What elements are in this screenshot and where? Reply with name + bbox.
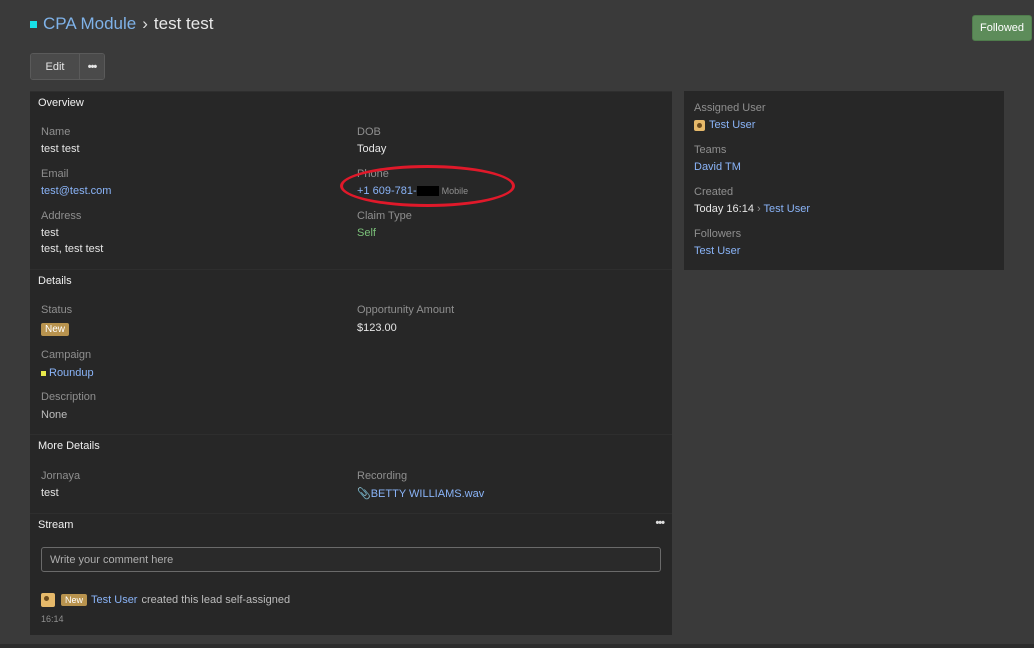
- dob-label: DOB: [357, 126, 381, 138]
- campaign-color-icon: [41, 370, 46, 376]
- module-link[interactable]: CPA Module: [43, 14, 136, 34]
- stream-title: Stream: [38, 519, 74, 531]
- claim-type-value: Self: [357, 227, 376, 239]
- created-field: Today 16:14 › Test User: [694, 203, 810, 215]
- phone-type: Mobile: [441, 186, 469, 196]
- stream-entry-text: created this lead self-assigned: [141, 594, 291, 606]
- status-label: Status: [41, 304, 73, 316]
- description-value: None: [41, 409, 68, 421]
- paperclip-icon: 📎: [357, 488, 371, 500]
- stream-entry-user-link[interactable]: Test User: [91, 594, 137, 606]
- edit-button[interactable]: Edit: [31, 54, 80, 79]
- description-label: Description: [41, 391, 97, 403]
- teams-label: Teams: [694, 144, 727, 156]
- more-details-panel: More Details Jornaya test Recording 📎BET…: [30, 434, 672, 513]
- address-line2: test, test test: [41, 243, 104, 255]
- jornaya-value: test: [41, 487, 59, 499]
- assigned-user-label: Assigned User: [694, 102, 766, 114]
- created-label: Created: [694, 186, 734, 198]
- recording-field: 📎BETTY WILLIAMS.wav: [357, 487, 484, 500]
- comment-input[interactable]: Write your comment here: [41, 547, 661, 572]
- opportunity-value: $123.00: [357, 322, 397, 334]
- followers-label: Followers: [694, 228, 742, 240]
- created-by-link[interactable]: Test User: [764, 203, 810, 215]
- details-title: Details: [38, 275, 72, 287]
- opportunity-label: Opportunity Amount: [357, 304, 455, 316]
- breadcrumb-separator: ›: [142, 14, 148, 33]
- more-details-title: More Details: [38, 440, 100, 452]
- recording-link[interactable]: BETTY WILLIAMS.wav: [371, 488, 485, 500]
- phone-link[interactable]: +1 609-781-: [357, 185, 417, 197]
- status-field: New: [41, 323, 70, 336]
- status-badge: New: [41, 323, 70, 336]
- stream-entry-time: 16:14: [41, 614, 64, 624]
- stream-panel: Stream ••• Write your comment here New T…: [30, 513, 672, 635]
- redaction-block: [416, 186, 439, 197]
- claim-type-label: Claim Type: [357, 210, 412, 222]
- campaign-link[interactable]: Roundup: [49, 367, 94, 379]
- campaign-field: Roundup: [41, 367, 94, 379]
- details-panel: Details Status New Opportunity Amount $1…: [30, 269, 672, 434]
- campaign-label: Campaign: [41, 349, 92, 361]
- address-line1: test: [41, 227, 59, 239]
- breadcrumb: CPA Module › test test: [30, 12, 213, 36]
- followed-button[interactable]: Followed: [972, 15, 1032, 41]
- stream-entry-badge: New: [61, 594, 88, 606]
- module-color-icon: [30, 20, 37, 28]
- jornaya-label: Jornaya: [41, 470, 81, 482]
- side-info-panel: Assigned User Test User Teams David TM C…: [684, 91, 1004, 270]
- email-link[interactable]: test@test.com: [41, 185, 111, 197]
- action-buttons: Edit •••: [30, 53, 105, 80]
- overview-title: Overview: [38, 97, 84, 109]
- phone-label: Phone: [357, 168, 389, 180]
- stream-entry: New Test User created this lead self-ass…: [41, 593, 290, 607]
- record-title: test test: [153, 14, 214, 33]
- bottom-divider: [0, 644, 1034, 648]
- recording-label: Recording: [357, 470, 408, 482]
- stream-more-button[interactable]: •••: [655, 517, 665, 529]
- teams-link[interactable]: David TM: [694, 161, 741, 173]
- user-avatar-icon: [41, 593, 55, 607]
- user-avatar-icon: [694, 119, 705, 131]
- overview-panel: Overview Name test test DOB Today Email …: [30, 91, 672, 269]
- address-label: Address: [41, 210, 82, 222]
- created-separator: ›: [757, 203, 761, 215]
- assigned-user-link[interactable]: Test User: [709, 119, 755, 131]
- created-value: Today 16:14: [694, 203, 754, 215]
- followers-link[interactable]: Test User: [694, 245, 740, 257]
- name-value: test test: [41, 143, 80, 155]
- name-label: Name: [41, 126, 71, 138]
- dob-value: Today: [357, 143, 387, 155]
- phone-field: +1 609-781- Mobile: [357, 185, 468, 197]
- more-actions-button[interactable]: •••: [80, 54, 104, 79]
- email-label: Email: [41, 168, 69, 180]
- assigned-user-field: Test User: [694, 119, 755, 131]
